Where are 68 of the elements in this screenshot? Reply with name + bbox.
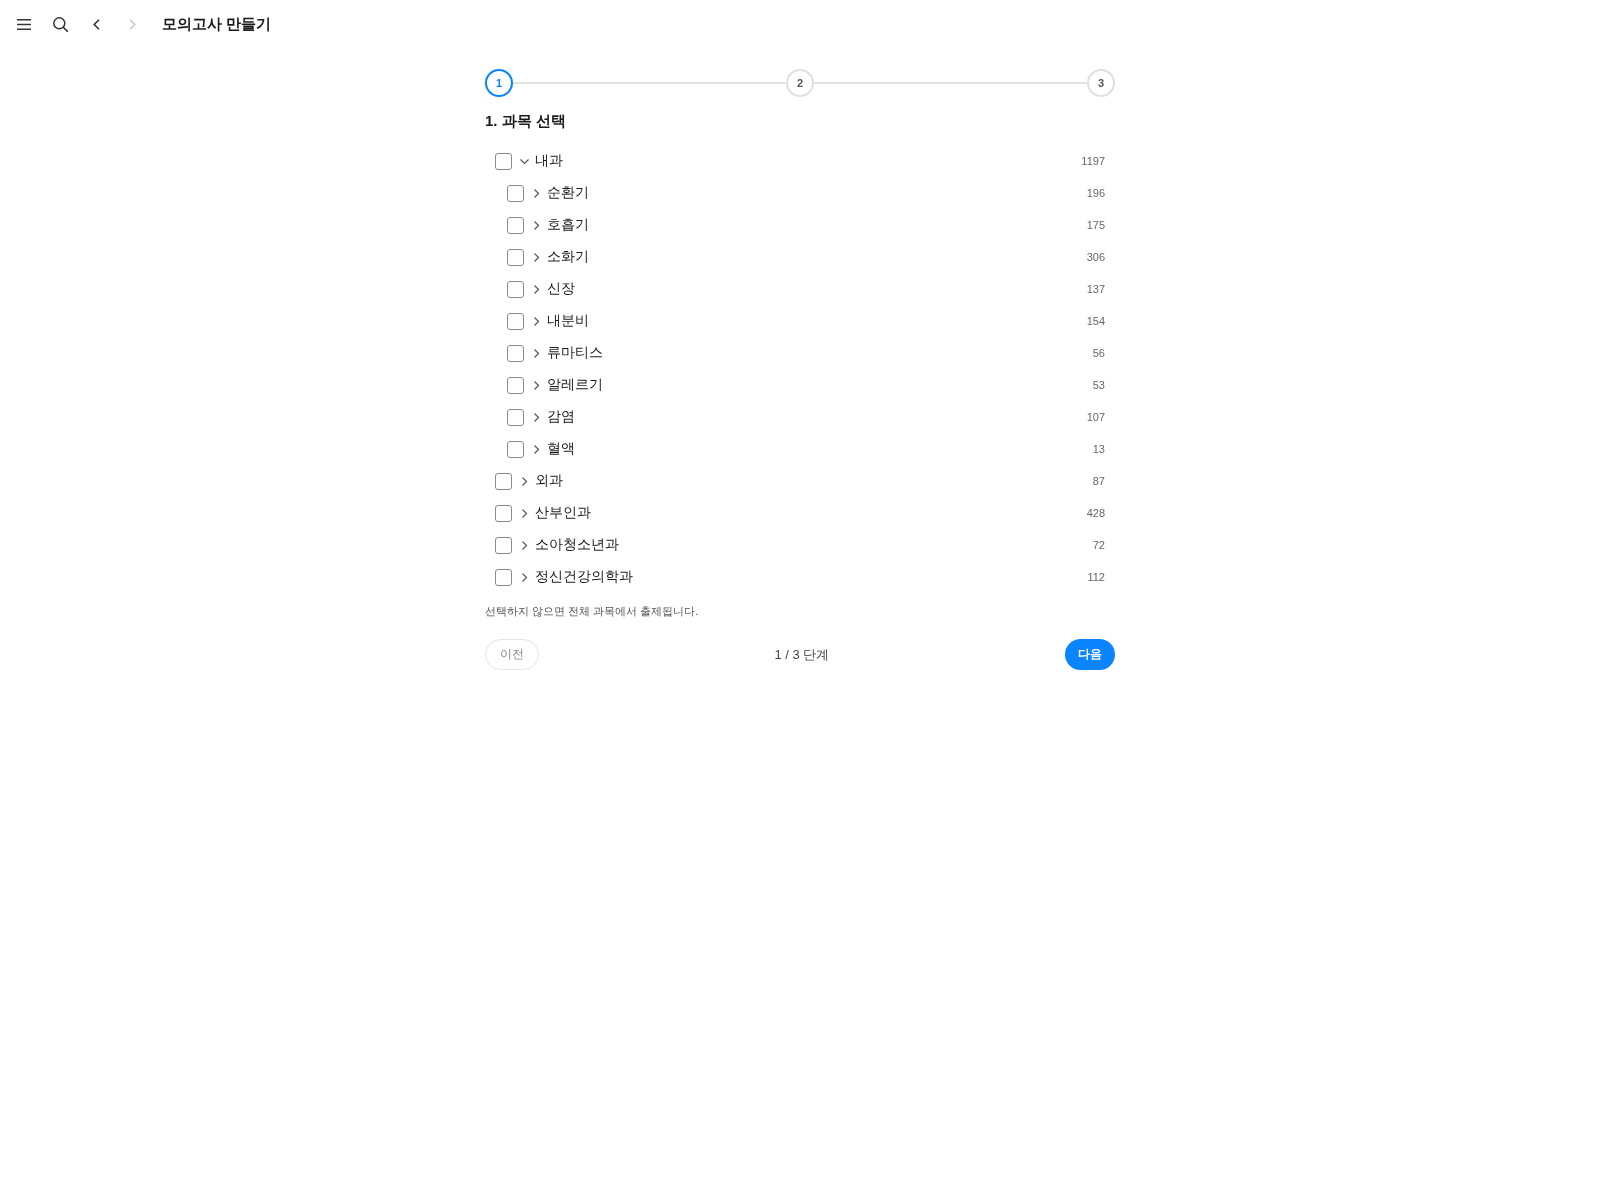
chevron-right-icon[interactable] <box>532 412 541 422</box>
hint-text: 선택하지 않으면 전체 과목에서 출제됩니다. <box>485 604 700 619</box>
chevron-right-icon[interactable] <box>532 316 541 326</box>
chevron-right-icon[interactable] <box>532 348 541 358</box>
question-count: 87 <box>1092 475 1105 487</box>
checkbox[interactable] <box>495 152 512 170</box>
subject-label: 정신건강의학과 <box>535 568 633 586</box>
search-icon[interactable] <box>52 16 68 32</box>
subject-label: 소아청소년과 <box>535 536 619 554</box>
back-chevron-icon[interactable] <box>92 18 100 30</box>
subject-label: 혈액 <box>547 440 575 458</box>
subject-label: 감염 <box>547 408 575 426</box>
chevron-right-icon[interactable] <box>520 508 529 518</box>
question-count: 56 <box>1092 347 1105 359</box>
checkbox[interactable] <box>507 376 524 394</box>
question-count: 53 <box>1092 379 1105 391</box>
question-count: 1197 <box>1081 155 1105 167</box>
question-count: 112 <box>1087 571 1105 583</box>
chevron-right-icon[interactable] <box>520 540 529 550</box>
subject-label: 순환기 <box>547 184 589 202</box>
checkbox[interactable] <box>507 216 524 234</box>
question-count: 137 <box>1086 283 1105 295</box>
menu-icon[interactable] <box>17 18 31 30</box>
next-button[interactable]: 다음 <box>1065 639 1115 670</box>
chevron-right-icon[interactable] <box>532 284 541 294</box>
chevron-right-icon[interactable] <box>520 572 529 582</box>
page-title: 모의고사 만들기 <box>162 14 272 34</box>
question-count: 428 <box>1086 507 1105 519</box>
previous-button[interactable]: 이전 <box>485 639 539 670</box>
checkbox[interactable] <box>507 312 524 330</box>
checkbox[interactable] <box>507 280 524 298</box>
subject-label: 호흡기 <box>547 216 589 234</box>
question-count: 306 <box>1086 251 1105 263</box>
chevron-right-icon[interactable] <box>532 444 541 454</box>
checkbox[interactable] <box>507 440 524 458</box>
question-count: 72 <box>1092 539 1105 551</box>
checkbox[interactable] <box>495 536 512 554</box>
subject-label: 신장 <box>547 280 575 298</box>
subject-label: 류마티스 <box>547 344 603 362</box>
question-count: 13 <box>1092 443 1105 455</box>
chevron-right-icon[interactable] <box>532 380 541 390</box>
step-circle: 2 <box>786 69 814 97</box>
checkbox[interactable] <box>507 248 524 266</box>
question-count: 107 <box>1086 411 1105 423</box>
checkbox[interactable] <box>507 344 524 362</box>
chevron-right-icon[interactable] <box>532 220 541 230</box>
question-count: 196 <box>1086 187 1105 199</box>
step-circle: 1 <box>485 69 513 97</box>
subject-label: 소화기 <box>547 248 589 266</box>
chevron-right-icon[interactable] <box>520 476 529 486</box>
checkbox[interactable] <box>495 504 512 522</box>
question-count: 154 <box>1086 315 1105 327</box>
subject-label: 산부인과 <box>535 504 591 522</box>
chevron-right-icon[interactable] <box>532 188 541 198</box>
subject-label: 내분비 <box>547 312 589 330</box>
checkbox[interactable] <box>507 184 524 202</box>
chevron-down-icon[interactable] <box>520 156 529 166</box>
step-indicator: 1 / 3 단계 <box>774 645 830 664</box>
checkbox[interactable] <box>507 408 524 426</box>
chevron-right-icon[interactable] <box>532 252 541 262</box>
step-circle: 3 <box>1087 69 1115 97</box>
section-heading: 1. 과목 선택 <box>485 111 567 131</box>
subject-label: 알레르기 <box>547 376 603 394</box>
checkbox[interactable] <box>495 472 512 490</box>
subject-label: 내과 <box>535 152 563 170</box>
checkbox[interactable] <box>495 568 512 586</box>
subject-label: 외과 <box>535 472 563 490</box>
question-count: 175 <box>1086 219 1105 231</box>
